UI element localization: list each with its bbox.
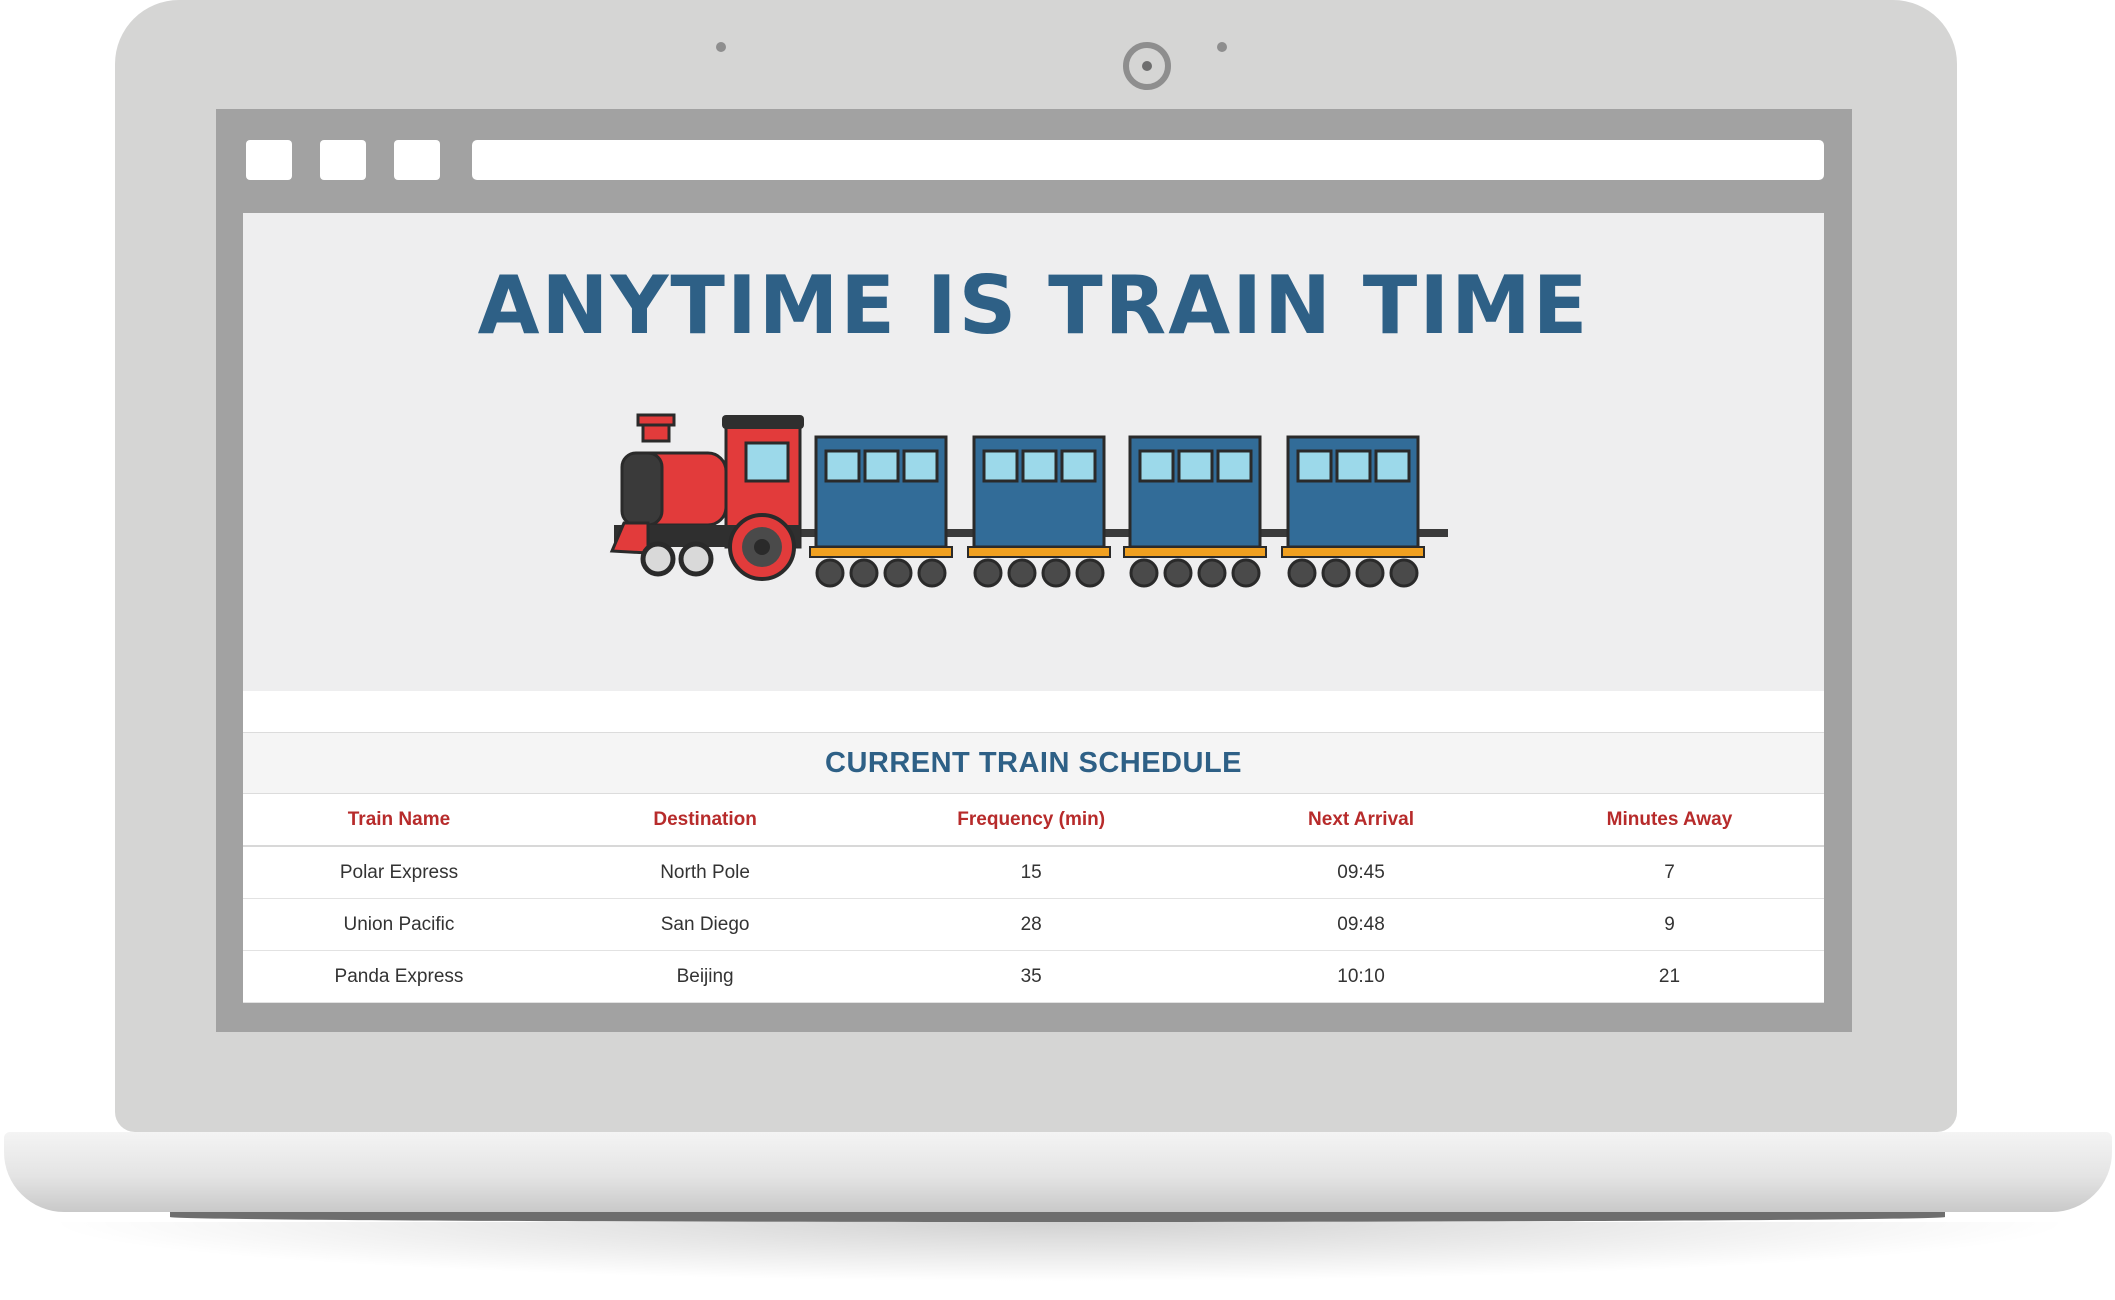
cell-destination: North Pole	[554, 846, 856, 899]
table-header-row: Train Name Destination Frequency (min) N…	[243, 794, 1824, 847]
cell-frequency: 35	[855, 950, 1208, 1003]
cell-next-arrival: 09:48	[1207, 898, 1515, 951]
train-car-3-icon	[1123, 435, 1267, 588]
cell-train-name: Polar Express	[243, 846, 555, 899]
schedule-panel-header: Current Train Schedule	[243, 733, 1824, 794]
cell-minutes-away: 7	[1514, 846, 1824, 899]
cell-minutes-away: 21	[1514, 950, 1824, 1003]
train-illustration	[609, 413, 1448, 588]
floor-shadow	[40, 1222, 2080, 1282]
table-row: Union Pacific San Diego 28 09:48 9	[243, 898, 1824, 951]
table-row: Polar Express North Pole 15 09:45 7	[243, 846, 1824, 899]
train-car-4-icon	[1281, 435, 1425, 588]
page-title: Anytime is Train Time	[477, 259, 1590, 352]
cell-frequency: 28	[855, 898, 1208, 951]
train-car-2-icon	[967, 435, 1111, 588]
address-bar[interactable]	[472, 140, 1824, 180]
column-header-frequency[interactable]: Frequency (min)	[855, 794, 1208, 847]
cell-next-arrival: 10:10	[1207, 950, 1515, 1003]
cell-minutes-away: 9	[1514, 898, 1824, 951]
web-page: Anytime is Train Time	[243, 213, 1824, 1003]
window-button-3[interactable]	[394, 140, 440, 180]
window-button-2[interactable]	[320, 140, 366, 180]
column-header-destination[interactable]: Destination	[554, 794, 856, 847]
laptop-base	[4, 1132, 2112, 1212]
camera-icon	[1123, 42, 1171, 90]
browser-window: Anytime is Train Time	[216, 109, 1852, 1032]
hero-banner: Anytime is Train Time	[243, 213, 1824, 691]
laptop-base-shadow	[170, 1212, 1945, 1222]
train-car-1-icon	[809, 435, 953, 588]
cell-destination: San Diego	[554, 898, 856, 951]
schedule-title: Current Train Schedule	[825, 746, 1242, 779]
schedule-table: Train Name Destination Frequency (min) N…	[243, 794, 1824, 1003]
cell-destination: Beijing	[554, 950, 856, 1003]
schedule-panel: Current Train Schedule Train Name Destin…	[243, 732, 1824, 1003]
table-row: Panda Express Beijing 35 10:10 21	[243, 950, 1824, 1003]
window-button-1[interactable]	[246, 140, 292, 180]
cell-frequency: 15	[855, 846, 1208, 899]
camera-dot-right	[1217, 42, 1227, 52]
column-header-train-name[interactable]: Train Name	[243, 794, 555, 847]
column-header-minutes-away[interactable]: Minutes Away	[1514, 794, 1824, 847]
column-header-next-arrival[interactable]: Next Arrival	[1207, 794, 1515, 847]
cell-next-arrival: 09:45	[1207, 846, 1515, 899]
cell-train-name: Panda Express	[243, 950, 555, 1003]
cell-train-name: Union Pacific	[243, 898, 555, 951]
locomotive-icon	[609, 413, 804, 581]
camera-dot-left	[716, 42, 726, 52]
